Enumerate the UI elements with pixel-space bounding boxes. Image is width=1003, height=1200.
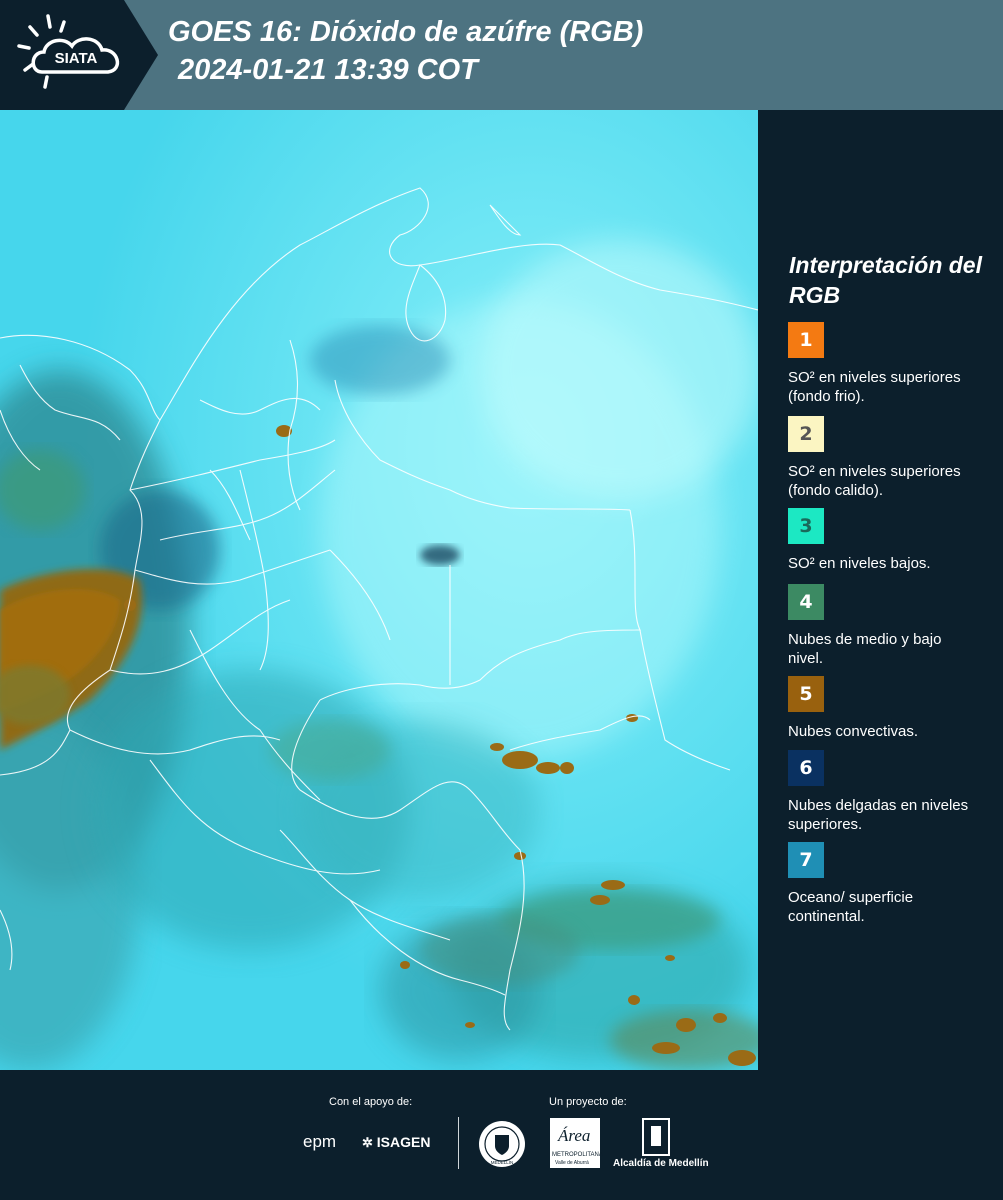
legend-item-7: 7 Oceano/ superficie continental.: [788, 842, 988, 926]
legend-label-4: Nubes de medio y bajo nivel.: [788, 631, 942, 667]
legend-label-2: SO² en niveles superiores (fondo calido)…: [788, 463, 961, 499]
isagen-logo: ✲ ISAGEN: [362, 1134, 430, 1151]
page-timestamp: 2024-01-21 13:39 COT: [178, 54, 478, 86]
project-label: Un proyecto de:: [549, 1096, 627, 1108]
area-metropolitana-logo: Área METROPOLITANA Valle de Aburrá: [550, 1118, 603, 1168]
legend-swatch-2: 2: [788, 416, 824, 452]
area-logo-sub: METROPOLITANA: [552, 1152, 603, 1158]
legend-label-3: SO² en niveles bajos.: [788, 555, 931, 572]
legend-item-4: 4 Nubes de medio y bajo nivel.: [788, 584, 988, 668]
support-label: Con el apoyo de:: [329, 1096, 413, 1108]
legend-swatch-5: 5: [788, 676, 824, 712]
emblem-shape-icon: [651, 1126, 661, 1146]
legend-item-6: 6 Nubes delgadas en niveles superiores.: [788, 750, 988, 834]
legend-swatch-1: 1: [788, 322, 824, 358]
legend-swatch-7: 7: [788, 842, 824, 878]
alcaldia-label: Alcaldía de Medellín: [613, 1158, 709, 1169]
legend-label-6: Nubes delgadas en niveles superiores.: [788, 797, 969, 833]
header: SIATA GOES 16: Dióxido de azúfre (RGB) 2…: [0, 0, 1003, 110]
footer: Con el apoyo de: Un proyecto de: epm ✲ I…: [0, 1070, 1003, 1200]
legend-title: Interpretación del RGB: [789, 252, 982, 308]
alcaldia-emblem: [642, 1118, 670, 1156]
legend-swatch-6: 6: [788, 750, 824, 786]
area-logo-sub2: Valle de Aburrá: [555, 1160, 589, 1166]
isagen-text: ISAGEN: [376, 1134, 431, 1150]
legend-label-7: Oceano/ superficie continental.: [788, 889, 914, 925]
legend-item-5: 5 Nubes convectivas.: [788, 676, 988, 741]
epm-logo: epm: [303, 1132, 337, 1151]
satellite-map: [0, 110, 758, 1070]
footer-divider: [458, 1117, 459, 1169]
legend-label-5: Nubes convectivas.: [788, 723, 919, 740]
legend-item-1: 1 SO² en niveles superiores (fondo frio)…: [788, 322, 988, 406]
medellin-seal: MEDELLÍN: [478, 1120, 526, 1168]
legend-item-2: 2 SO² en niveles superiores (fondo calid…: [788, 416, 988, 504]
isagen-icon: ✲: [362, 1135, 373, 1150]
legend-item-3: 3 SO² en niveles bajos.: [788, 508, 988, 573]
rgb-legend: Interpretación del RGB 1 SO² en niveles …: [760, 110, 1003, 1070]
siata-logo: SIATA: [0, 0, 158, 110]
logo-text: SIATA: [55, 50, 98, 67]
svg-text:MEDELLÍN: MEDELLÍN: [491, 1159, 514, 1165]
area-logo-text: Área: [558, 1126, 591, 1145]
legend-label-1: SO² en niveles superiores (fondo frio).: [788, 369, 961, 405]
page-title: GOES 16: Dióxido de azúfre (RGB): [168, 16, 644, 48]
legend-swatch-3: 3: [788, 508, 824, 544]
legend-swatch-4: 4: [788, 584, 824, 620]
